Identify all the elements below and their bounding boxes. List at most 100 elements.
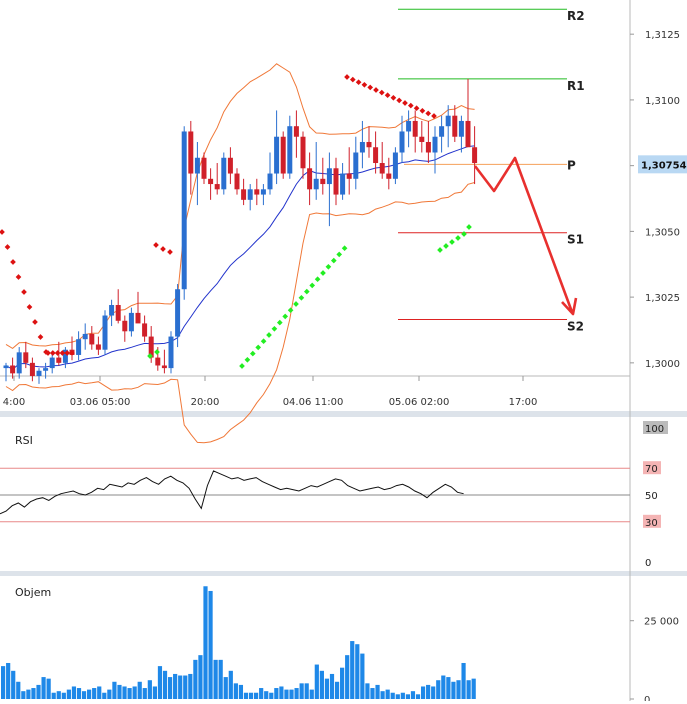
candle-body bbox=[458, 120, 464, 137]
volume-bar bbox=[208, 590, 213, 699]
volume-bar bbox=[324, 678, 330, 699]
volume-tick-label: 25 000 bbox=[644, 617, 679, 628]
volume-bar bbox=[385, 689, 390, 699]
pivot-label-r1: R1 bbox=[567, 79, 585, 93]
candle-body bbox=[208, 178, 214, 185]
volume-bar bbox=[420, 686, 426, 699]
candle-body bbox=[472, 147, 478, 164]
candle-body bbox=[287, 126, 293, 174]
volume-bar bbox=[31, 688, 36, 699]
volume-bar bbox=[274, 688, 279, 699]
candle-body bbox=[274, 136, 280, 174]
candle-body bbox=[412, 120, 418, 137]
volume-bar bbox=[415, 694, 421, 699]
volume-bar bbox=[319, 670, 324, 699]
volume-bar bbox=[269, 692, 274, 699]
volume-bar bbox=[461, 662, 466, 699]
volume-title: Objem bbox=[15, 586, 51, 599]
candle-body bbox=[43, 368, 49, 371]
y-tick-label: 1,3000 bbox=[645, 359, 680, 370]
trading-chart: 1,31251,31001,30751,30501,30251,30004:00… bbox=[0, 0, 687, 704]
candle-body bbox=[142, 323, 148, 337]
candle-body bbox=[346, 173, 352, 179]
volume-bar bbox=[117, 684, 122, 699]
candle-body bbox=[392, 152, 398, 179]
volume-bar bbox=[56, 691, 61, 699]
volume-bar bbox=[466, 680, 471, 699]
candle-body bbox=[333, 168, 339, 195]
pivot-label-s1: S1 bbox=[567, 233, 584, 247]
volume-bar bbox=[203, 586, 208, 699]
volume-bar bbox=[66, 689, 71, 699]
volume-bar bbox=[162, 670, 168, 699]
volume-bar bbox=[233, 683, 238, 699]
x-tick-label: 04.06 11:00 bbox=[283, 397, 344, 408]
candle-body bbox=[359, 141, 365, 153]
candle-body bbox=[122, 320, 128, 332]
volume-bar bbox=[294, 688, 299, 699]
volume-bar bbox=[127, 688, 132, 699]
volume-bar bbox=[284, 689, 289, 699]
candle-body bbox=[115, 305, 121, 321]
panel-separator bbox=[0, 411, 687, 417]
volume-bar bbox=[248, 692, 254, 699]
volume-bar bbox=[456, 680, 461, 699]
volume-bar bbox=[87, 689, 92, 699]
volume-bar bbox=[390, 692, 395, 699]
volume-bar bbox=[355, 644, 360, 699]
candle-body bbox=[300, 136, 306, 169]
volume-bar bbox=[243, 692, 249, 699]
candle-body bbox=[241, 189, 247, 200]
candle-body bbox=[49, 357, 55, 369]
volume-bar bbox=[365, 683, 370, 699]
volume-bar bbox=[360, 653, 365, 699]
volume-bar bbox=[405, 694, 410, 699]
volume-bar bbox=[188, 673, 193, 699]
volume-bar bbox=[431, 686, 436, 699]
candle-body bbox=[227, 157, 233, 174]
current-price-label: 1,30754 bbox=[641, 160, 687, 171]
volume-bar bbox=[11, 670, 16, 699]
volume-bar bbox=[471, 678, 476, 699]
volume-bar bbox=[6, 662, 11, 699]
candle-body bbox=[29, 362, 35, 376]
volume-tick-label: 0 bbox=[644, 695, 650, 701]
candle-body bbox=[452, 115, 458, 137]
volume-bar bbox=[279, 686, 284, 699]
pivot-label-r2: R2 bbox=[567, 9, 585, 23]
volume-bar bbox=[350, 641, 355, 699]
candle-body bbox=[247, 189, 253, 200]
volume-bar bbox=[223, 677, 228, 699]
volume-bar bbox=[375, 684, 380, 699]
rsi-tick-label: 50 bbox=[645, 491, 658, 502]
rsi-tick-label: 0 bbox=[645, 558, 651, 569]
candle-body bbox=[214, 184, 220, 190]
x-tick-label: 03.06 05:00 bbox=[70, 397, 131, 408]
volume-bar bbox=[441, 675, 446, 699]
candle-body bbox=[465, 120, 471, 148]
candle-body bbox=[56, 357, 62, 363]
candle-body bbox=[221, 157, 227, 190]
y-tick-label: 1,3025 bbox=[645, 293, 680, 304]
volume-bar bbox=[426, 684, 431, 699]
volume-bar bbox=[152, 686, 157, 699]
candle-body bbox=[280, 136, 286, 174]
y-tick-label: 1,3100 bbox=[645, 96, 680, 107]
candle-body bbox=[293, 126, 299, 137]
volume-bar bbox=[178, 675, 183, 699]
volume-bar bbox=[340, 667, 345, 699]
y-tick-label: 1,3125 bbox=[645, 30, 680, 41]
x-tick-label: 17:00 bbox=[509, 397, 538, 408]
volume-bar bbox=[345, 655, 350, 699]
candle-body bbox=[102, 315, 108, 350]
chart-canvas[interactable]: 1,31251,31001,30751,30501,30251,30004:00… bbox=[0, 0, 687, 704]
volume-bar bbox=[198, 655, 203, 699]
candle-body bbox=[439, 126, 445, 137]
candle bbox=[392, 147, 398, 185]
rsi-tick-label: 100 bbox=[645, 424, 664, 435]
candle-body bbox=[373, 147, 379, 164]
candle-body bbox=[181, 131, 187, 290]
candle-body bbox=[313, 178, 319, 190]
candle-body bbox=[10, 365, 16, 374]
rsi-tick-label: 30 bbox=[645, 518, 658, 529]
